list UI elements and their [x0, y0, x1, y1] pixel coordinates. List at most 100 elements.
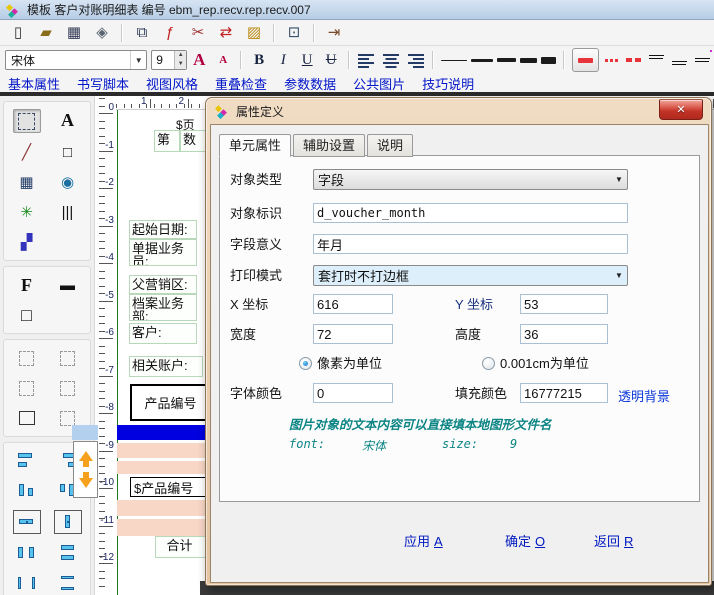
image-icon[interactable]: ▨	[241, 21, 267, 45]
exit-icon[interactable]: ⇥	[321, 21, 347, 45]
hline-tool-icon[interactable]: ▬	[55, 274, 81, 296]
menu-tips[interactable]: 技巧说明	[422, 74, 474, 93]
tab-cell-props[interactable]: 单元属性	[219, 134, 291, 157]
align-left-edges-icon[interactable]	[14, 450, 40, 472]
label-box[interactable]: 单据业务员:	[129, 239, 197, 266]
cut-icon[interactable]: ✂	[185, 21, 211, 45]
row-band-blue[interactable]	[117, 425, 211, 440]
new-icon[interactable]: ▯	[5, 21, 31, 45]
menu-view-style[interactable]: 视图风格	[146, 74, 198, 93]
product-code-header[interactable]: 产品编号	[130, 384, 211, 421]
font-color-input[interactable]	[313, 383, 393, 403]
nudge-down-icon[interactable]	[79, 478, 93, 488]
tab-aux-settings[interactable]: 辅助设置	[293, 134, 365, 157]
tab-description[interactable]: 说明	[367, 134, 413, 157]
rect-tool-icon[interactable]: □	[55, 141, 81, 163]
field-meaning-input[interactable]	[313, 234, 628, 254]
align-bottom-icon[interactable]	[14, 480, 40, 502]
line-weight-1-button[interactable]	[441, 60, 467, 61]
box-tool-icon[interactable]: □	[14, 304, 40, 326]
label-box[interactable]: 相关账户:	[129, 356, 203, 377]
pixel-figure-tool-icon[interactable]: ▞	[14, 231, 40, 253]
close-button[interactable]: ✕	[659, 99, 703, 120]
distribute-vertical-icon[interactable]	[55, 542, 81, 564]
copy-icon[interactable]: ⧉	[129, 21, 155, 45]
select-tool-icon[interactable]	[13, 109, 41, 133]
preview-icon[interactable]: ◈	[89, 21, 115, 45]
spin-up-icon[interactable]: ▲	[174, 51, 186, 60]
font-family-combo[interactable]: 宋体 ▼	[5, 50, 147, 70]
frame-style-1-icon[interactable]	[14, 347, 40, 369]
object-id-input[interactable]	[313, 203, 628, 223]
spin-down-icon[interactable]: ▼	[174, 60, 186, 69]
transparent-bg-link[interactable]: 透明背景	[618, 386, 670, 405]
row-band-pink[interactable]	[117, 461, 211, 474]
underline-button[interactable]: U	[296, 49, 318, 71]
line-style-dotted-button[interactable]	[605, 59, 618, 62]
frame-style-2-icon[interactable]	[55, 347, 81, 369]
field-tool-icon[interactable]: F	[14, 274, 40, 296]
field-icon[interactable]: ƒ	[157, 21, 183, 45]
height-input[interactable]	[520, 324, 608, 344]
font-size-stepper[interactable]: 9 ▲▼	[151, 50, 187, 70]
line-weight-3-button[interactable]	[497, 58, 516, 62]
product-code-field[interactable]: $产品编号	[130, 477, 207, 497]
back-button[interactable]: 返回R	[594, 531, 633, 550]
header-cell[interactable]: 数	[180, 130, 206, 152]
border-top-button[interactable]	[649, 53, 664, 67]
row-band-pink[interactable]	[117, 443, 211, 458]
image-object-tool-icon[interactable]: ✳	[14, 201, 40, 223]
print-mode-dropdown[interactable]: 套打时不打边框 ▼	[313, 265, 628, 286]
decrease-font-button[interactable]: A	[212, 49, 234, 71]
nudge-up-icon[interactable]	[79, 451, 93, 461]
increase-font-button[interactable]: A	[188, 49, 210, 71]
distribute-horizontal-icon[interactable]	[14, 542, 40, 564]
width-input[interactable]	[313, 324, 393, 344]
strikethrough-button[interactable]: U	[320, 49, 342, 71]
table-tool-icon[interactable]: ▦	[14, 171, 40, 193]
x-coord-input[interactable]	[313, 294, 393, 314]
total-label[interactable]: 合计	[155, 536, 206, 558]
label-box[interactable]: 客户:	[129, 323, 197, 344]
chevron-down-icon[interactable]: ▼	[130, 51, 146, 69]
menu-shared-images[interactable]: 公共图片	[353, 74, 405, 93]
line-style-solid-button[interactable]	[572, 48, 599, 72]
row-band-pink[interactable]	[117, 500, 211, 516]
save-icon[interactable]: ▦	[61, 21, 87, 45]
label-box[interactable]: 起始日期:	[129, 220, 197, 239]
open-icon[interactable]: ▰	[33, 21, 59, 45]
frame-style-5-icon[interactable]	[14, 407, 40, 429]
unit-pixel-radio[interactable]	[299, 357, 312, 370]
dialog-titlebar[interactable]: ◆◆◆ 属性定义	[206, 98, 711, 124]
label-box[interactable]: 父营销区:	[129, 275, 197, 294]
columns-tool-icon[interactable]: |||	[55, 201, 81, 223]
menu-param-data[interactable]: 参数数据	[284, 74, 336, 93]
menu-write-script[interactable]: 书写脚本	[77, 74, 129, 93]
exchange-icon[interactable]: ⇄	[213, 21, 239, 45]
line-style-dashed-button[interactable]	[626, 58, 641, 62]
window-titlebar[interactable]: ◆◆◆ 模板 客户对账明细表 编号 ebm_rep.recv.rep.recv.…	[0, 0, 714, 20]
unit-cm-radio[interactable]	[482, 357, 495, 370]
line-weight-5-button[interactable]	[541, 57, 556, 64]
same-height-icon[interactable]	[54, 510, 82, 534]
bold-button[interactable]: B	[248, 49, 270, 71]
y-coord-input[interactable]	[520, 294, 608, 314]
web-tool-icon[interactable]: ◉	[55, 171, 81, 193]
line-tool-icon[interactable]: ╱	[14, 141, 40, 163]
menu-overlap-check[interactable]: 重叠检查	[215, 74, 267, 93]
row-band-pink[interactable]	[117, 519, 211, 536]
ok-button[interactable]: 确定O	[505, 531, 545, 550]
apply-button[interactable]: 应用A	[404, 531, 443, 550]
line-weight-4-button[interactable]	[520, 58, 537, 63]
fill-color-input[interactable]	[520, 383, 608, 403]
line-weight-2-button[interactable]	[471, 59, 493, 62]
text-tool-icon[interactable]: A	[55, 109, 81, 131]
label-box[interactable]: 档案业务部:	[129, 294, 197, 321]
select-screen-icon[interactable]: ⊡	[281, 21, 307, 45]
frame-style-3-icon[interactable]	[14, 377, 40, 399]
border-bottom-button[interactable]	[672, 53, 687, 67]
italic-button[interactable]: I	[272, 49, 294, 71]
same-width-icon[interactable]	[13, 510, 41, 534]
object-type-dropdown[interactable]: 字段 ▼	[313, 169, 628, 190]
frame-style-4-icon[interactable]	[55, 377, 81, 399]
